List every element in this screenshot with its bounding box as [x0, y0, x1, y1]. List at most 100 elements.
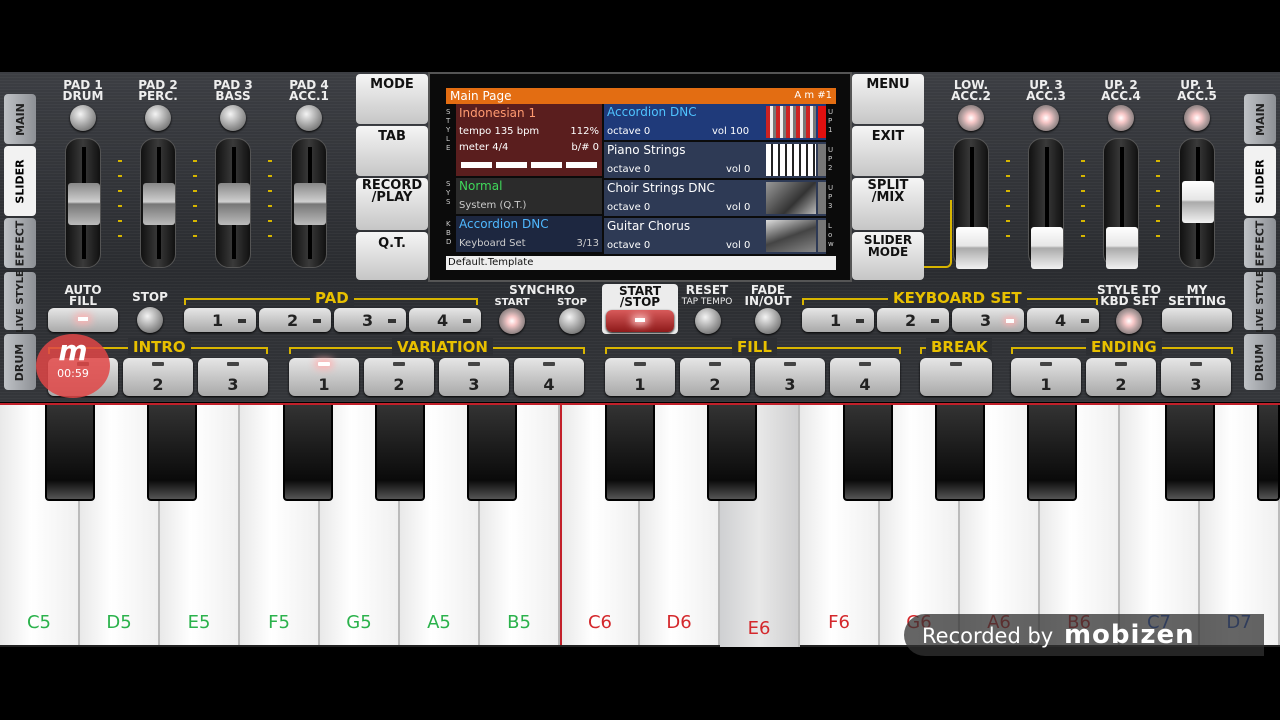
- upper2-acc4-knob[interactable]: [1108, 105, 1134, 131]
- fill-button-4[interactable]: 4: [830, 358, 900, 396]
- intro-button-3[interactable]: 3: [198, 358, 268, 396]
- intro-button-2[interactable]: 2: [123, 358, 193, 396]
- upper1-acc5-knob[interactable]: [1184, 105, 1210, 131]
- voice-octave: octave 0: [607, 126, 651, 137]
- variation-button-4[interactable]: 4: [514, 358, 584, 396]
- pad4-knob[interactable]: [296, 105, 322, 131]
- slider-handle[interactable]: [956, 227, 988, 269]
- sync-stop-knob[interactable]: [559, 308, 585, 334]
- fill-button-3[interactable]: 3: [755, 358, 825, 396]
- black-key[interactable]: [707, 403, 757, 501]
- pad-button-3[interactable]: 3: [334, 308, 406, 332]
- slider-handle[interactable]: [68, 183, 100, 225]
- kbd-set-button-4[interactable]: 4: [1027, 308, 1099, 332]
- voice-upper1[interactable]: Accordion DNC octave 0 vol 100: [604, 104, 826, 140]
- style-to-kbd-knob[interactable]: [1116, 308, 1142, 334]
- beat-indicator: [461, 162, 597, 168]
- tab-slider-left[interactable]: SLIDER: [4, 146, 36, 216]
- black-key[interactable]: [1027, 403, 1077, 501]
- split-mix-button[interactable]: SPLIT /MIX: [852, 178, 924, 230]
- tab-live-style-left[interactable]: LIVE STYLE: [4, 270, 36, 332]
- black-key[interactable]: [467, 403, 517, 501]
- pad-button-4[interactable]: 4: [409, 308, 481, 332]
- tab-live-style-right[interactable]: LIVE STYLE: [1244, 270, 1276, 332]
- black-key[interactable]: [1165, 403, 1215, 501]
- sync-stop-label: STOP: [557, 297, 587, 308]
- variation-button-1[interactable]: 1: [289, 358, 359, 396]
- reset-knob[interactable]: [695, 308, 721, 334]
- fade-knob[interactable]: [755, 308, 781, 334]
- black-key[interactable]: [375, 403, 425, 501]
- slider-handle[interactable]: [143, 183, 175, 225]
- pad1-knob[interactable]: [70, 105, 96, 131]
- variation-button-2[interactable]: 2: [364, 358, 434, 396]
- record-play-button[interactable]: RECORD /PLAY: [356, 178, 428, 230]
- ending-button-1[interactable]: 1: [1011, 358, 1081, 396]
- break-button[interactable]: [920, 358, 992, 396]
- voice-lower[interactable]: Guitar Chorus octave 0 vol 0: [604, 218, 826, 254]
- black-key[interactable]: [1257, 403, 1280, 501]
- ending-button-2[interactable]: 2: [1086, 358, 1156, 396]
- tab-button[interactable]: TAB: [356, 126, 428, 176]
- slider-handle[interactable]: [1031, 227, 1063, 269]
- tab-drum-right[interactable]: DRUM: [1244, 334, 1276, 390]
- stop-knob[interactable]: [137, 307, 163, 333]
- pad3-knob[interactable]: [220, 105, 246, 131]
- kbd-set-button-2[interactable]: 2: [877, 308, 949, 332]
- tab-slider-right[interactable]: SLIDER: [1244, 146, 1276, 216]
- slider-handle[interactable]: [1182, 181, 1214, 223]
- fill-button-2[interactable]: 2: [680, 358, 750, 396]
- upper2-acc4-slider[interactable]: [1103, 138, 1139, 269]
- auto-fill-button[interactable]: [48, 308, 118, 332]
- tab-drum-left[interactable]: DRUM: [4, 334, 36, 390]
- kbd-set-button-1[interactable]: 1: [802, 308, 874, 332]
- ending-button-3[interactable]: 3: [1161, 358, 1231, 396]
- voice-upper3[interactable]: Choir Strings DNC octave 0 vol 0: [604, 180, 826, 216]
- tab-effect-right[interactable]: EFFECT: [1244, 218, 1276, 268]
- keyboard-set-panel[interactable]: Accordion DNC Keyboard Set 3/13: [456, 216, 602, 252]
- pad1-label: PAD 1 DRUM: [62, 78, 104, 103]
- slider-handle[interactable]: [218, 183, 250, 225]
- pad4-slider[interactable]: [291, 138, 327, 268]
- lower-acc2-knob[interactable]: [958, 105, 984, 131]
- upper1-acc5-slider[interactable]: [1179, 138, 1215, 268]
- menu-button[interactable]: MENU: [852, 74, 924, 124]
- qt-button[interactable]: Q.T.: [356, 232, 428, 280]
- black-key[interactable]: [147, 403, 197, 501]
- slider-mode-button[interactable]: SLIDER MODE: [852, 232, 924, 280]
- tab-main-left[interactable]: MAIN: [4, 94, 36, 144]
- tab-main-right[interactable]: MAIN: [1244, 94, 1276, 144]
- slider-handle[interactable]: [294, 183, 326, 225]
- pad2-slider[interactable]: [140, 138, 176, 268]
- black-key[interactable]: [843, 403, 893, 501]
- pad1-slider[interactable]: [65, 138, 101, 268]
- black-key[interactable]: [45, 403, 95, 501]
- system-panel[interactable]: Normal System (Q.T.): [456, 178, 602, 214]
- lower-acc2-label: LOW. ACC.2: [951, 78, 991, 103]
- pad2-knob[interactable]: [145, 105, 171, 131]
- upper3-acc3-knob[interactable]: [1033, 105, 1059, 131]
- slider-handle[interactable]: [1106, 227, 1138, 269]
- black-key[interactable]: [605, 403, 655, 501]
- variation-button-3[interactable]: 3: [439, 358, 509, 396]
- recorder-bubble[interactable]: m 00:59: [36, 334, 110, 398]
- lower-acc2-slider[interactable]: [953, 138, 989, 269]
- tab-effect-left[interactable]: EFFECT: [4, 218, 36, 268]
- key-note-label: F5: [268, 612, 290, 633]
- pad-button-1[interactable]: 1: [184, 308, 256, 332]
- pad-button-2[interactable]: 2: [259, 308, 331, 332]
- kbd-set-button-3[interactable]: 3: [952, 308, 1024, 332]
- recorder-timer: 00:59: [57, 367, 89, 380]
- my-setting-button[interactable]: [1162, 308, 1232, 332]
- black-key[interactable]: [935, 403, 985, 501]
- voice-upper2[interactable]: Piano Strings octave 0 vol 0: [604, 142, 826, 178]
- black-key[interactable]: [283, 403, 333, 501]
- style-panel[interactable]: Indonesian 1 tempo 135 bpm 112% meter 4/…: [456, 104, 602, 176]
- pad3-slider[interactable]: [215, 138, 251, 268]
- sync-start-knob[interactable]: [499, 308, 525, 334]
- upper3-acc3-slider[interactable]: [1028, 138, 1064, 269]
- fill-button-1[interactable]: 1: [605, 358, 675, 396]
- mode-button[interactable]: MODE: [356, 74, 428, 124]
- exit-button[interactable]: EXIT: [852, 126, 924, 176]
- start-stop-button[interactable]: [606, 310, 674, 332]
